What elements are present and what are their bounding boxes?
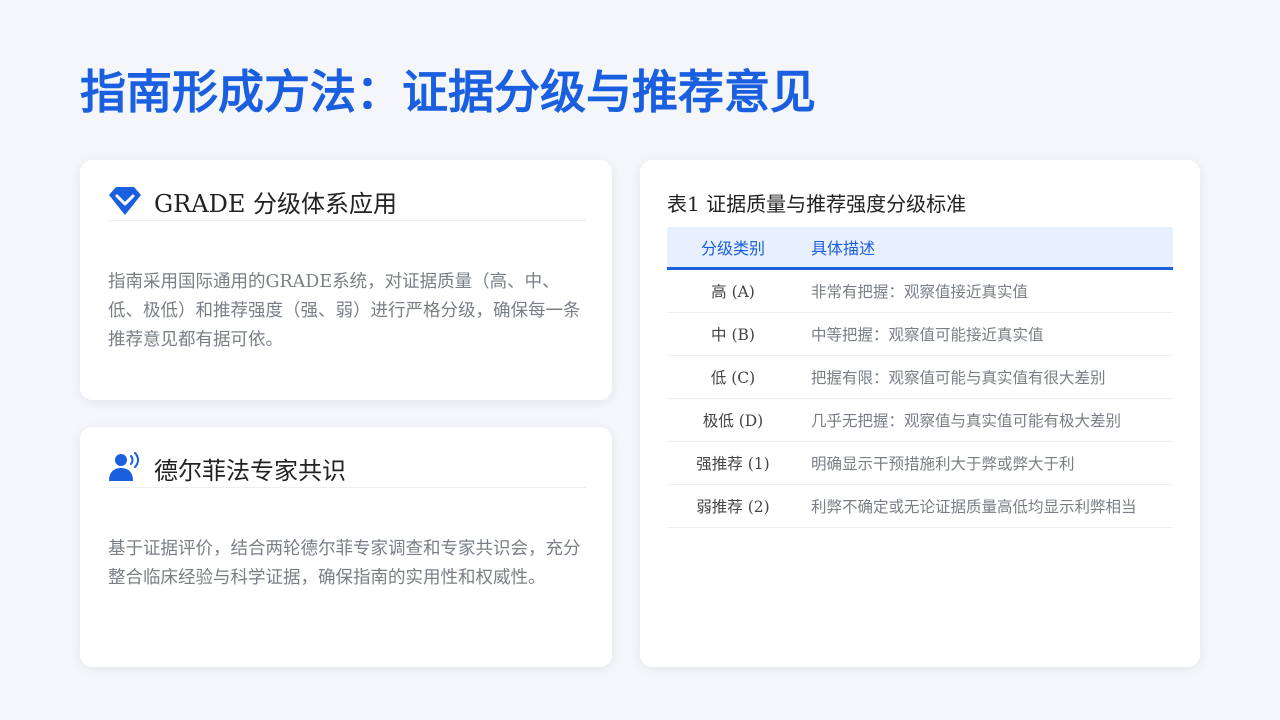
table-cell-description: 明确显示干预措施利大于弊或弊大于利 [799,441,1173,485]
table-cell-description: 中等把握：观察值可能接近真实值 [799,312,1173,356]
table-cell-description: 把握有限：观察值可能与真实值有很大差别 [799,355,1173,399]
grading-table: 分级类别 具体描述 高 (A) 非常有把握：观察值接近真实值 中 (B) 中等把… [667,227,1173,528]
table-cell-description: 非常有把握：观察值接近真实值 [799,268,1173,313]
table-row: 强推荐 (1) 明确显示干预措施利大于弊或弊大于利 [667,441,1173,485]
table-row: 高 (A) 非常有把握：观察值接近真实值 [667,268,1173,313]
table-cell-description: 几乎无把握：观察值与真实值可能有极大差别 [799,398,1173,442]
table-cell-category: 中 (B) [667,312,799,356]
table-caption: 表1 证据质量与推荐强度分级标准 [667,192,967,216]
page-title: 指南形成方法：证据分级与推荐意见 [80,65,816,119]
table-header-description: 具体描述 [799,227,1173,270]
grade-card-body: 指南采用国际通用的GRADE系统，对证据质量（高、中、低、极低）和推荐强度（强、… [108,272,581,350]
table-cell-category: 高 (A) [667,268,799,313]
table-cell-category: 低 (C) [667,355,799,399]
table-header-category: 分级类别 [667,227,799,270]
table-row: 中 (B) 中等把握：观察值可能接近真实值 [667,312,1173,356]
table-row: 极低 (D) 几乎无把握：观察值与真实值可能有极大差别 [667,398,1173,442]
delphi-card-body: 基于证据评价，结合两轮德尔菲专家调查和专家共识会，充分整合临床经验与科学证据，确… [108,539,581,588]
diamond-check-icon [108,184,142,218]
table-header-row: 分级类别 具体描述 [667,227,1173,270]
table-row: 弱推荐 (2) 利弊不确定或无论证据质量高低均显示利弊相当 [667,484,1173,528]
table-row: 低 (C) 把握有限：观察值可能与真实值有很大差别 [667,355,1173,399]
delphi-card-title: 德尔菲法专家共识 [154,456,346,485]
grading-table-card: 表1 证据质量与推荐强度分级标准 分级类别 具体描述 高 (A) 非常有把握：观… [640,160,1200,667]
speaking-person-icon [108,451,142,485]
table-cell-description: 利弊不确定或无论证据质量高低均显示利弊相当 [799,484,1173,528]
table-cell-category: 极低 (D) [667,398,799,442]
grade-card: GRADE 分级体系应用 指南采用国际通用的GRADE系统，对证据质量（高、中、… [80,160,612,400]
grade-card-header: GRADE 分级体系应用 [108,182,586,221]
grade-card-title: GRADE 分级体系应用 [154,189,397,218]
table-cell-category: 强推荐 (1) [667,441,799,485]
delphi-card: 德尔菲法专家共识 基于证据评价，结合两轮德尔菲专家调查和专家共识会，充分整合临床… [80,427,612,667]
table-cell-category: 弱推荐 (2) [667,484,799,528]
delphi-card-header: 德尔菲法专家共识 [108,449,586,488]
